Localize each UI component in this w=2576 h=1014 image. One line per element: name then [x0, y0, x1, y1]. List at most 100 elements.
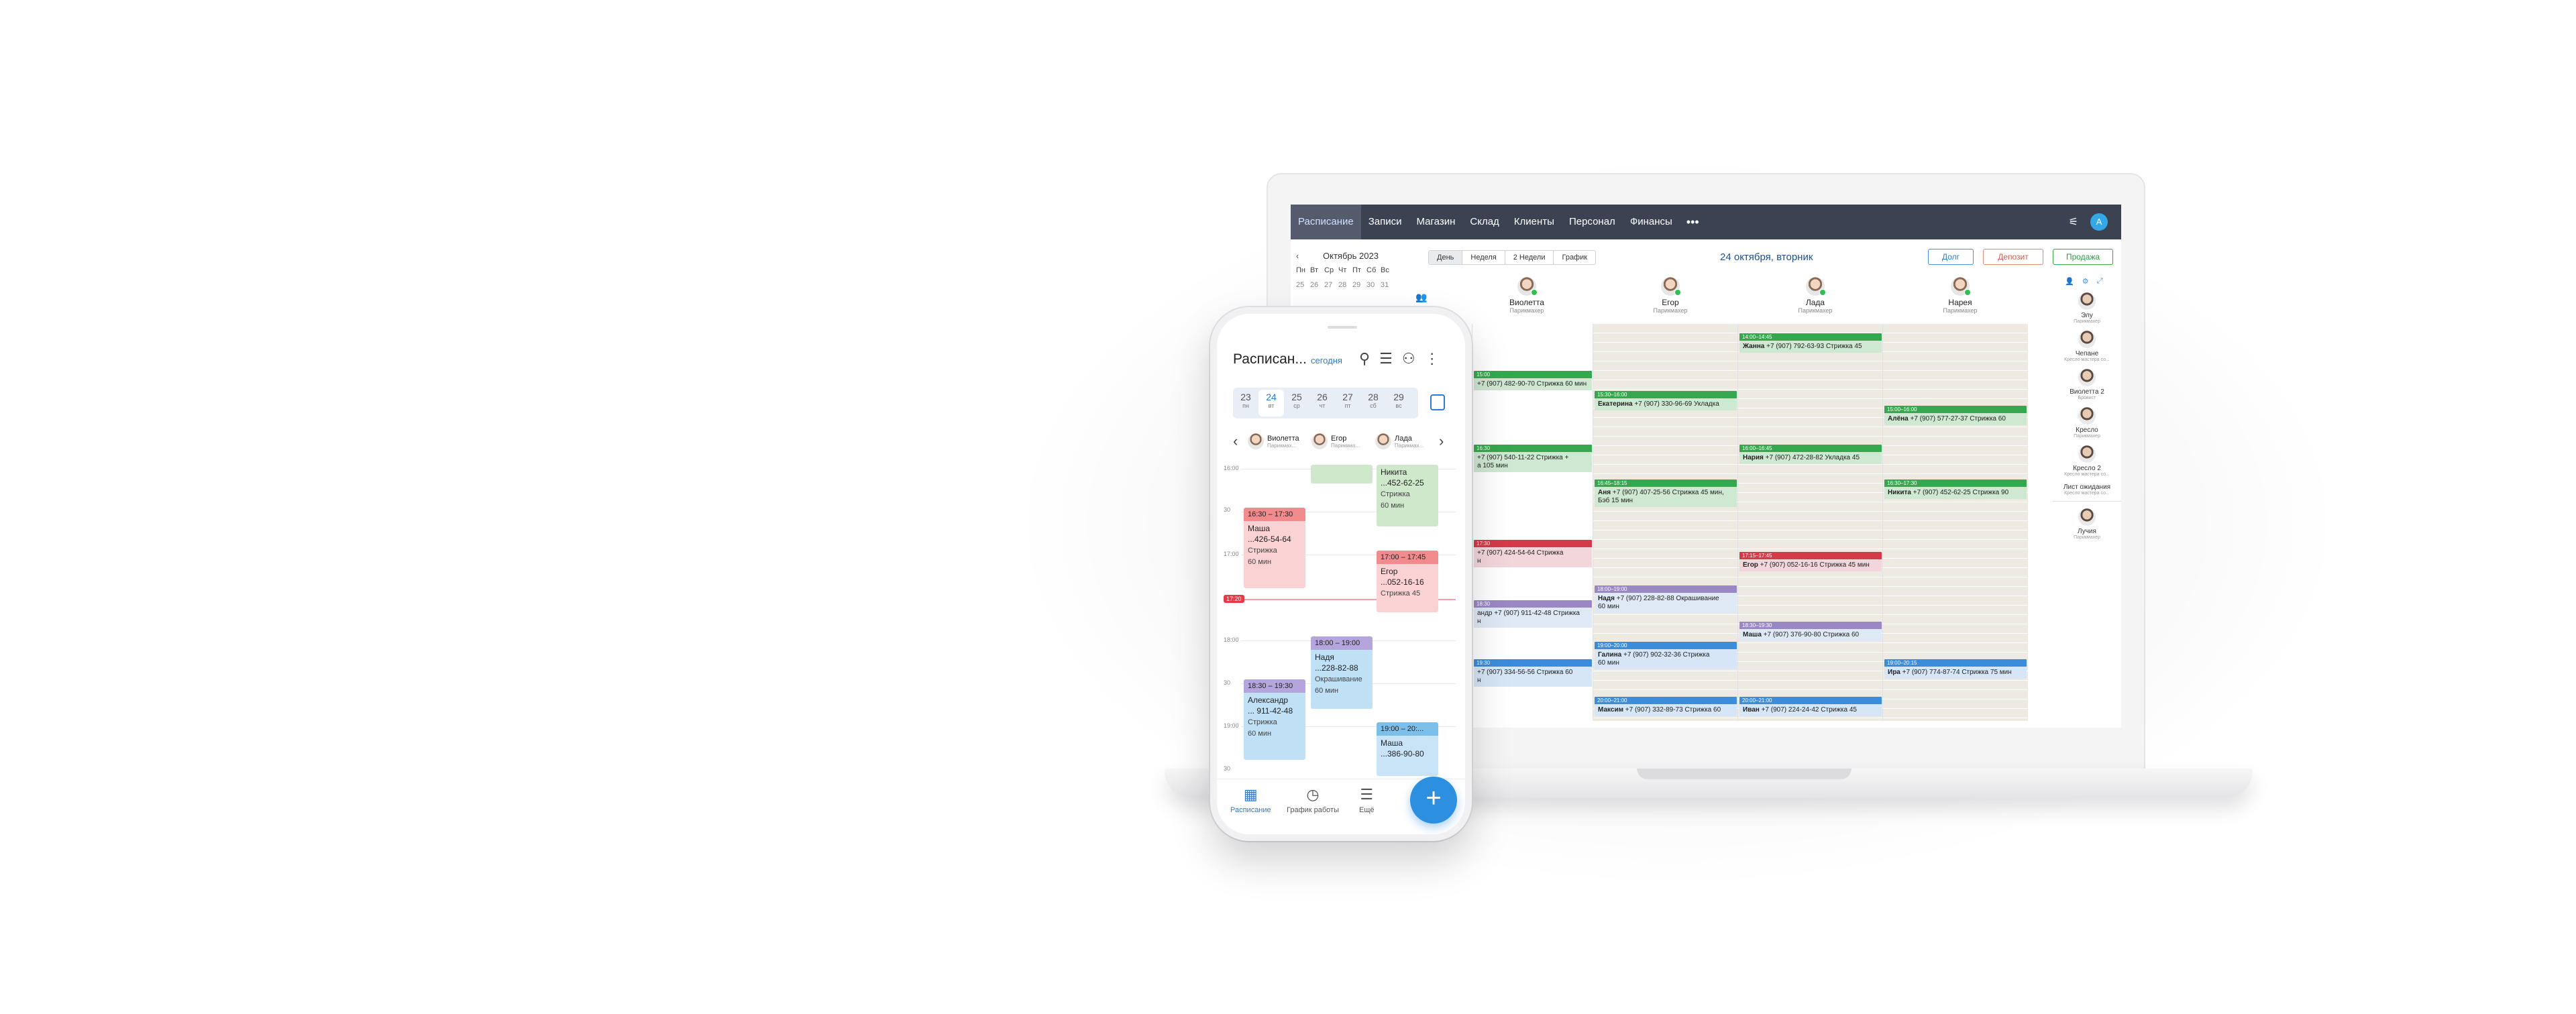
week-day[interactable]: 26 чт [1309, 388, 1335, 418]
appointment[interactable]: 17:15–17:45 Егор +7 (907) 052-16-16 Стри… [1739, 552, 1882, 573]
avatar [1517, 277, 1538, 296]
staff-chip[interactable]: Егор Парикмах... [1311, 433, 1375, 449]
staff-header[interactable]: Лада Парикмахер [1748, 277, 1882, 314]
sliders-icon[interactable]: ⚟ [2069, 215, 2078, 229]
view-schedule[interactable]: График [1553, 251, 1596, 264]
sale-button[interactable]: Продажа [2053, 249, 2113, 265]
resource-item[interactable]: Кресло Парикмахер [2053, 407, 2121, 439]
resource-item[interactable]: Лучия Парикмахер [2053, 508, 2121, 540]
appointment[interactable]: 15:30–16:00 Екатерина +7 (907) 330-96-69… [1595, 391, 1737, 412]
mini-day[interactable]: 25 [1296, 281, 1310, 289]
debt-button[interactable]: Долг [1928, 249, 1974, 265]
appointment[interactable]: 15:00–16:00 Алёна +7 (907) 577-27-37 Стр… [1884, 406, 2027, 433]
tab-more[interactable]: ☰ Ещё [1359, 786, 1375, 814]
week-day[interactable]: 28 сб [1360, 388, 1386, 418]
time-label: 17:00 [1224, 551, 1239, 557]
mini-day[interactable]: 31 [1381, 281, 1395, 289]
add-staff-icon[interactable]: 👥 [1415, 292, 1427, 303]
tab-work-schedule[interactable]: ◷ График работы [1287, 786, 1339, 814]
week-day-selected[interactable]: 24 вт [1258, 390, 1284, 416]
view-2-weeks[interactable]: 2 Недели [1504, 251, 1554, 264]
nav-staff[interactable]: Персонал [1562, 205, 1623, 239]
appointment[interactable]: 19:00–20:15 Ира +7 (907) 774-87-74 Стриж… [1884, 659, 2027, 703]
appointment[interactable]: 18:00–19:00 Надя +7 (907) 228-82-88 Окра… [1595, 585, 1737, 620]
appointment-text: Нария +7 (907) 472-28-82 Укладка 45 [1739, 452, 1882, 464]
appointment[interactable]: 17:30 +7 (907) 424-54-64 Стрижка н [1474, 540, 1592, 575]
appointment[interactable]: 19:00 – 20:... Маша ...386-90-80 [1377, 722, 1438, 776]
resource-item[interactable]: Элу Парикмахер [2053, 292, 2121, 324]
schedule-column[interactable]: 14:00–14:45 Жанна +7 (907) 792-63-93 Стр… [1737, 324, 1883, 721]
more-vert-icon[interactable]: ⋮ [1425, 350, 1440, 368]
chevron-left-icon[interactable]: ‹ [1233, 433, 1248, 450]
appointment[interactable]: 15:00 +7 (907) 482-90-70 Стрижка 60 мин [1474, 371, 1592, 408]
appointment[interactable]: 18:30 андр +7 (907) 911-42-48 Стрижка н [1474, 600, 1592, 632]
waitlist-item[interactable]: Лист ожидания Кресло мастера со... [2053, 484, 2121, 496]
appointment[interactable]: 19:30 +7 (907) 334-56-56 Стрижка 60 н [1474, 659, 1592, 694]
resource-item[interactable]: Виолетта 2 Бровист [2053, 369, 2121, 400]
chevron-right-icon[interactable]: › [1439, 433, 1454, 450]
nav-finance[interactable]: Финансы [1623, 205, 1680, 239]
appointment[interactable]: 19:00–20:00 Галина +7 (907) 902-32-36 Ст… [1595, 642, 1737, 677]
mini-day[interactable]: 26 [1310, 281, 1324, 289]
appointment[interactable]: 16:00–16:45 Нария +7 (907) 472-28-82 Укл… [1739, 445, 1882, 466]
week-day[interactable]: 23 пн [1233, 388, 1258, 418]
tab-schedule[interactable]: ▦ Расписание [1230, 786, 1271, 814]
add-button[interactable]: + [1410, 777, 1457, 824]
appointment[interactable]: 20:00–21:00 Иван +7 (907) 224-24-42 Стри… [1739, 697, 1882, 720]
week-day[interactable]: 27 пт [1335, 388, 1360, 418]
schedule-column[interactable]: 15:00 +7 (907) 482-90-70 Стрижка 60 мин … [1472, 324, 1593, 721]
appointment[interactable]: 16:30 – 17:30 Маша ...426-54-64 Стрижка 60 … [1244, 508, 1305, 588]
staff-header[interactable]: Нарея Парикмахер [1893, 277, 2027, 314]
appointment[interactable]: 17:00 – 17:45 Егор ...052-16-16 Стрижка 45 [1377, 551, 1438, 612]
appointment[interactable]: 16:30 +7 (907) 540-11-22 Стрижка + а 105… [1474, 445, 1592, 505]
staff-role: Парикмах... [1267, 442, 1297, 449]
nav-records[interactable]: Записи [1361, 205, 1409, 239]
appointment[interactable]: 16:30–17:30 Никита +7 (907) 452-62-25 Ст… [1884, 480, 2027, 532]
day-grid[interactable]: 16:00 30 17:00 18:00 30 19:00 30 17:20 1… [1217, 465, 1465, 787]
view-week[interactable]: Неделя [1462, 251, 1505, 264]
schedule-column[interactable]: 15:00–16:00 Алёна +7 (907) 577-27-37 Стр… [1882, 324, 2028, 721]
nav-schedule[interactable]: Расписание [1291, 205, 1361, 239]
mini-day[interactable]: 30 [1366, 281, 1381, 289]
search-icon[interactable]: ⚲ [1359, 350, 1370, 368]
appointment[interactable]: 20:00–21:00 Максим +7 (907) 332-89-73 Ст… [1595, 697, 1737, 720]
staff-header[interactable]: Виолетта Парикмахер [1460, 277, 1594, 314]
nav-clients[interactable]: Клиенты [1507, 205, 1562, 239]
appointment[interactable] [1311, 465, 1373, 484]
view-day[interactable]: День [1429, 251, 1462, 264]
resource-item[interactable]: Чепане Кресло мастера со... [2053, 331, 2121, 362]
staff-chip[interactable]: Виолетта Парикмах... [1248, 433, 1311, 449]
people-icon[interactable]: ⚇ [1402, 350, 1415, 368]
staff-header[interactable]: Егор Парикмахер [1603, 277, 1737, 314]
calendar-icon: ▦ [1243, 786, 1258, 803]
week-day[interactable]: 29 вс [1386, 388, 1411, 418]
mini-day[interactable]: 29 [1352, 281, 1366, 289]
appointment[interactable]: 14:00–14:45 Жанна +7 (907) 792-63-93 Стр… [1739, 333, 1882, 355]
nav-warehouse[interactable]: Склад [1462, 205, 1506, 239]
nav-more-icon[interactable]: ••• [1680, 215, 1706, 229]
today-link[interactable]: сегодня [1311, 355, 1342, 365]
appointment[interactable]: 18:30 – 19:30 Александр... 911-42-48 Стри… [1244, 679, 1305, 760]
person-icon[interactable]: 👤 [2065, 277, 2074, 286]
appointment[interactable]: 18:30–19:30 Маша +7 (907) 376-90-80 Стри… [1739, 622, 1882, 657]
avatar [2078, 445, 2096, 463]
week-day[interactable]: 25 ср [1284, 388, 1309, 418]
mini-calendar-prev-icon[interactable]: ‹ [1291, 251, 1304, 261]
appointment[interactable]: Никита ...452-62-25 Стрижка 60 мин [1377, 465, 1438, 526]
expand-icon[interactable]: ⤢ [2097, 277, 2103, 286]
checklist-icon[interactable]: ☰ [1379, 350, 1393, 368]
calendar-icon[interactable] [1430, 394, 1445, 410]
appointment-body: Александр... 911-42-48 Стрижка 60 мин [1248, 695, 1293, 738]
nav-shop[interactable]: Магазин [1409, 205, 1463, 239]
mini-day[interactable]: 28 [1338, 281, 1352, 289]
appointment[interactable]: 16:45–18:15 Аня +7 (907) 407-25-56 Стриж… [1595, 480, 1737, 532]
staff-chip[interactable]: Лада Парикмах... [1375, 433, 1439, 449]
user-avatar[interactable]: А [2090, 213, 2108, 231]
deposit-button[interactable]: Депозит [1983, 249, 2043, 265]
settings-icon[interactable]: ⚙ [2082, 277, 2089, 286]
appointment[interactable]: 18:00 – 19:00 Надя ...228-82-88 Окрашивани… [1311, 636, 1373, 709]
appointment-time: 18:00 – 19:00 [1311, 636, 1373, 650]
schedule-column[interactable]: 15:30–16:00 Екатерина +7 (907) 330-96-69… [1593, 324, 1738, 721]
mini-day[interactable]: 27 [1324, 281, 1338, 289]
resource-item[interactable]: Кресло 2 Кресло мастера со... [2053, 445, 2121, 477]
